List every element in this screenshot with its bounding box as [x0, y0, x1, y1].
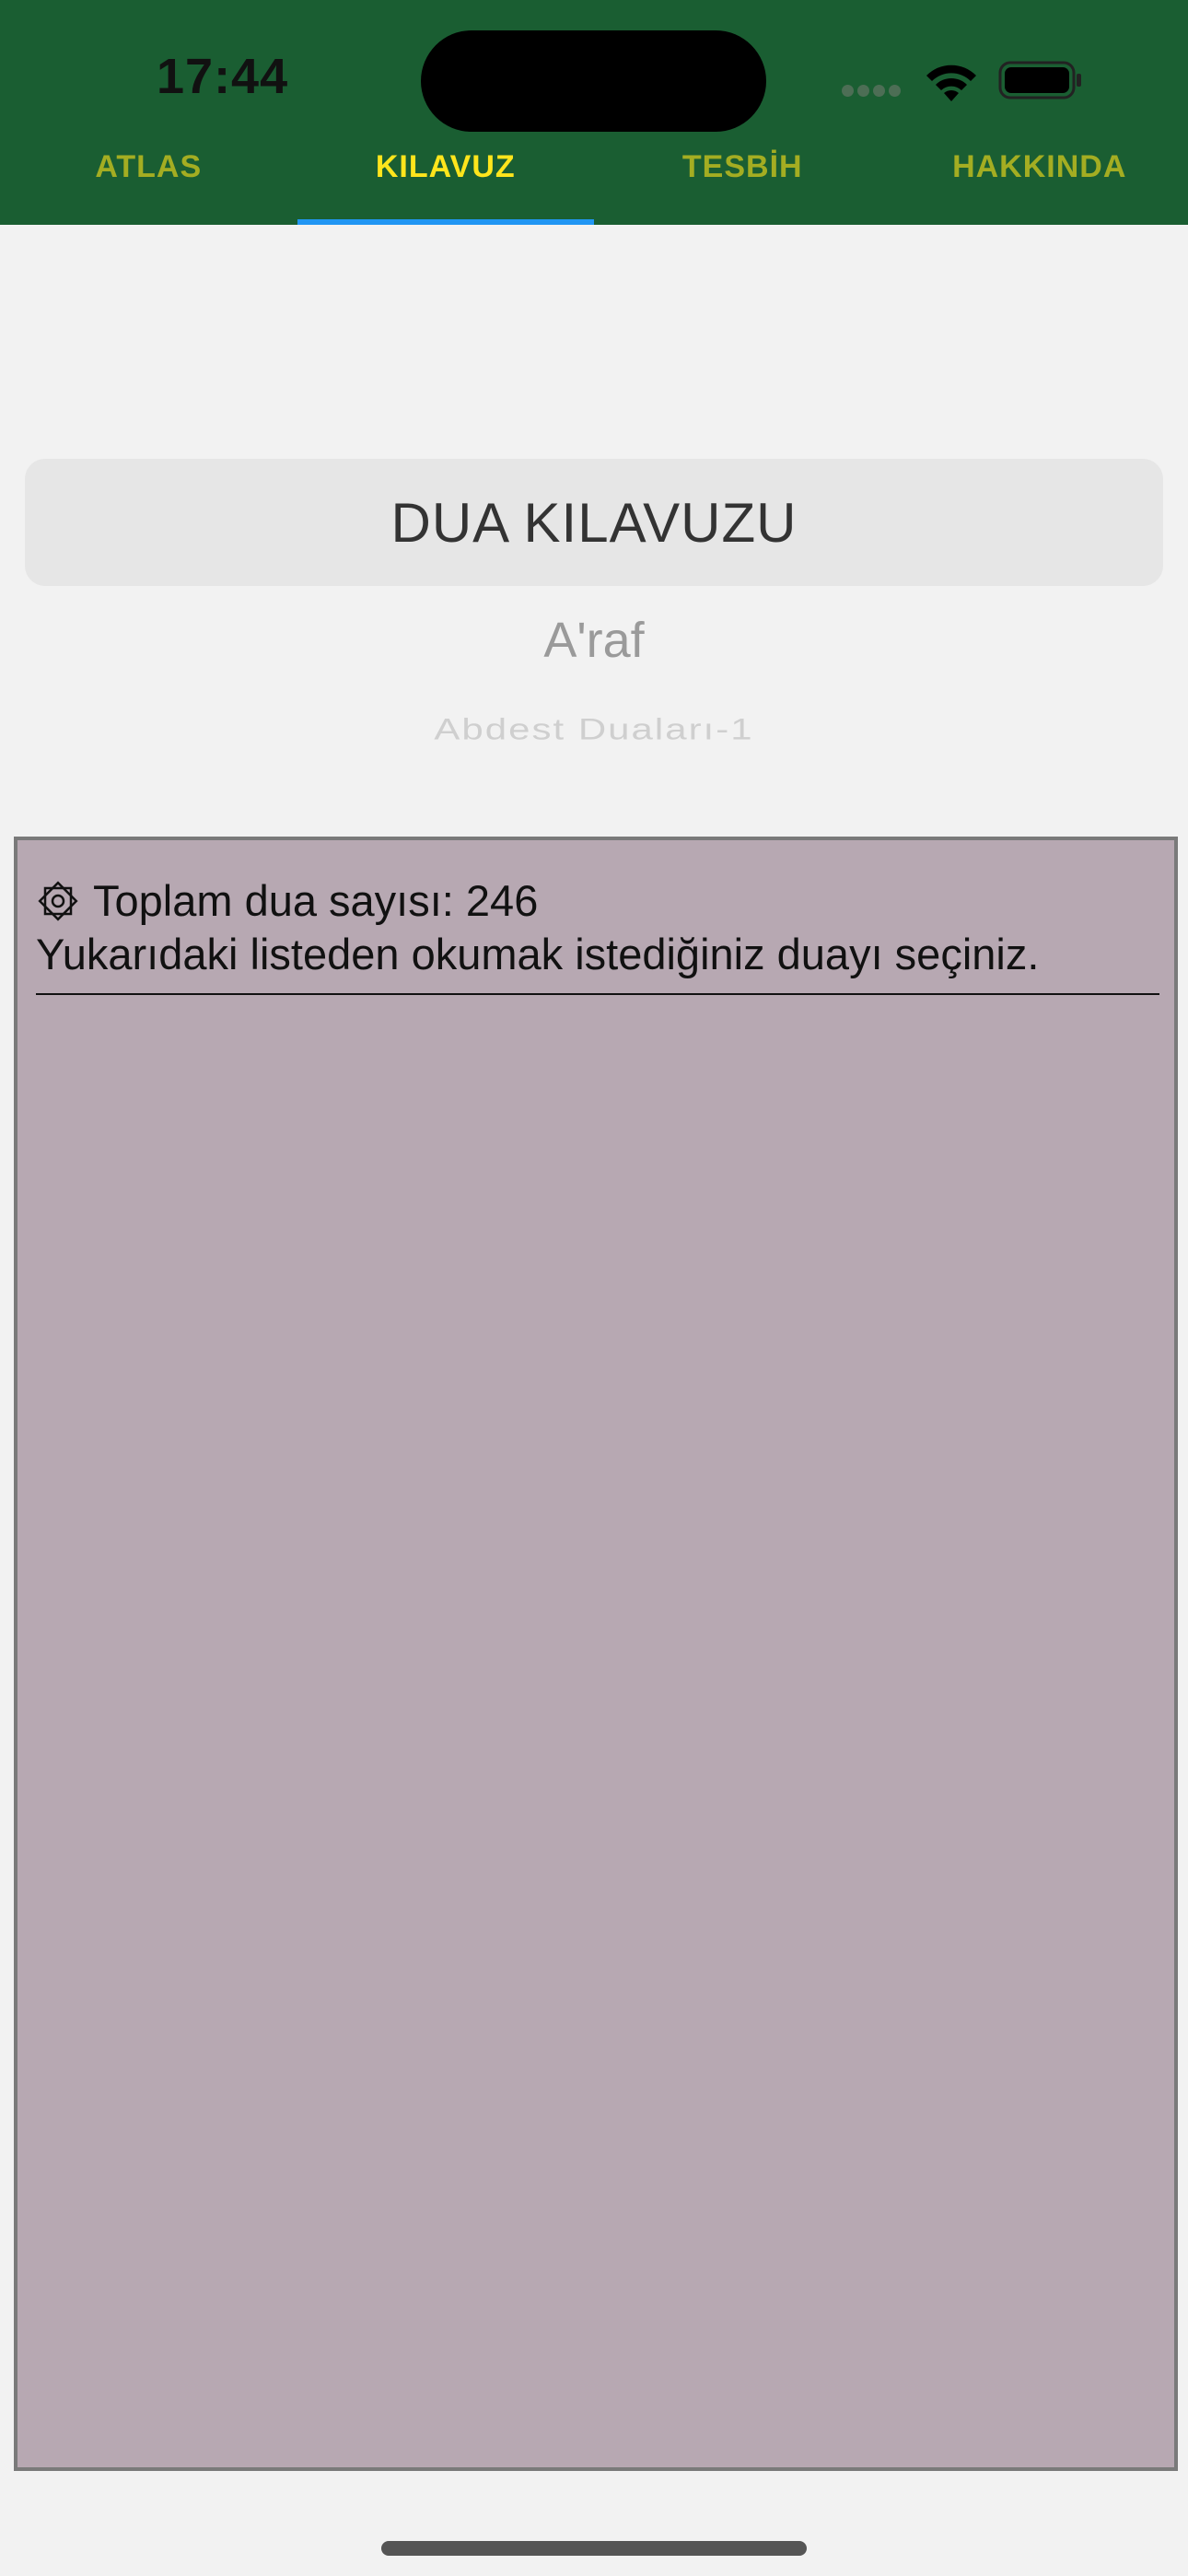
tab-bar: ATLAS KILAVUZ TESBİH HAKKINDA	[0, 138, 1188, 225]
wifi-icon	[926, 64, 976, 101]
guide-title-banner: DUA KILAVUZU	[25, 459, 1163, 586]
status-bar-time: 17:44	[157, 49, 289, 104]
tab-atlas[interactable]: ATLAS	[0, 138, 297, 225]
dua-picker-next-item[interactable]: Abdest Duaları-1	[0, 712, 1188, 745]
tab-kilavuz[interactable]: KILAVUZ	[297, 138, 595, 225]
dynamic-island	[421, 30, 766, 132]
dua-picker-selected-item[interactable]: A'raf	[0, 612, 1188, 669]
dua-count-text: Toplam dua sayısı: 246	[93, 876, 539, 925]
dua-instruction-text: Yukarıdaki listeden okumak istediğiniz d…	[36, 930, 1040, 978]
dua-content-panel: Toplam dua sayısı: 246 Yukarıdaki listed…	[14, 837, 1178, 2471]
cellular-signal-icon	[842, 85, 906, 100]
home-indicator[interactable]	[381, 2541, 807, 2556]
tab-hakkinda[interactable]: HAKKINDA	[891, 138, 1188, 225]
content-divider	[36, 993, 1159, 995]
app-header: 17:44 ATLAS KILAVUZ TESBİH HAKKINDA	[0, 0, 1188, 225]
octagram-star-icon	[38, 880, 78, 921]
dua-count-line: Toplam dua sayısı: 246	[36, 875, 538, 926]
tab-tesbih[interactable]: TESBİH	[594, 138, 891, 225]
battery-icon	[998, 61, 1081, 100]
